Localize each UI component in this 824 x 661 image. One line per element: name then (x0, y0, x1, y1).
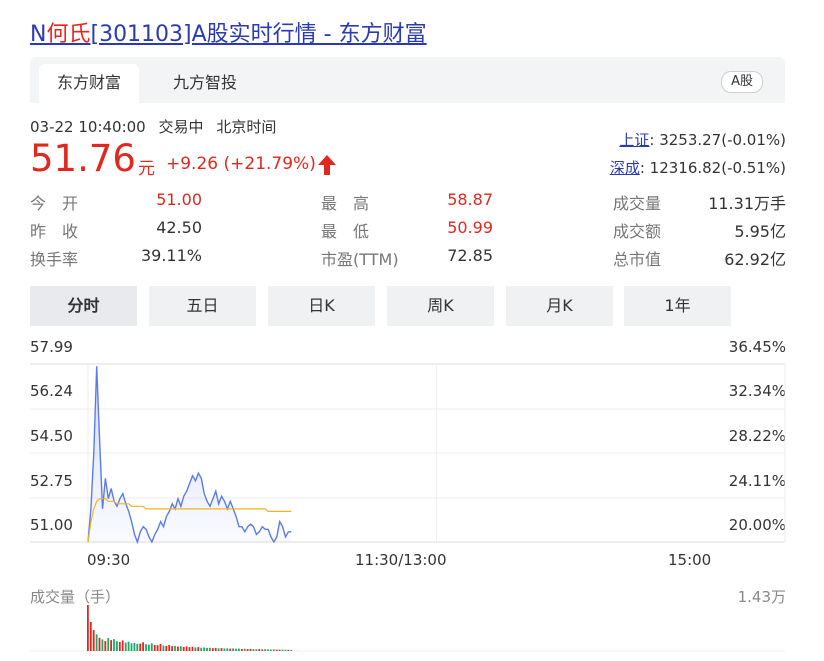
volume-bar (130, 643, 133, 651)
volume-bar (229, 648, 232, 651)
price-area-fill (88, 366, 292, 542)
volume-bar (188, 647, 191, 651)
volume-bar (165, 645, 168, 651)
volume-bar (174, 645, 176, 651)
volume-bar (206, 647, 208, 651)
volume-bar (179, 646, 182, 651)
volume-bar (153, 644, 156, 651)
volume-bar (150, 643, 153, 651)
volume-bar (220, 648, 223, 651)
volume-bar (87, 605, 89, 651)
volume-bar (89, 622, 92, 651)
volume-bar (238, 648, 240, 651)
volume-bar (133, 643, 136, 651)
volume-bar (261, 649, 264, 651)
volume-bar (290, 649, 293, 651)
volume-bar (232, 648, 234, 651)
volume-bar (287, 649, 290, 651)
volume-bar (118, 642, 121, 651)
volume-bar (168, 644, 171, 651)
volume-bar (162, 645, 165, 651)
volume-bar (121, 640, 124, 651)
volume-bar (281, 649, 284, 651)
volume-bar (203, 647, 205, 651)
volume-bar (142, 642, 144, 651)
volume-bar (235, 648, 237, 651)
volume-bars (87, 605, 293, 651)
volume-bar (223, 648, 226, 651)
volume-bar (159, 643, 162, 651)
volume-bar (252, 649, 255, 651)
volume-bar (145, 644, 147, 651)
volume-bar (92, 630, 95, 651)
volume-bar (275, 649, 278, 651)
volume-bar (101, 639, 104, 651)
volume-bar (98, 637, 101, 651)
volume-bar (194, 647, 197, 651)
volume-bar (200, 647, 203, 651)
volume-bar (136, 643, 139, 651)
volume-bar (240, 648, 243, 651)
volume-bar (124, 642, 127, 651)
volume-bar (226, 648, 229, 651)
volume-bar (127, 641, 130, 651)
volume-bar (110, 640, 112, 651)
volume-bar (264, 649, 266, 651)
intraday-chart[interactable] (0, 0, 824, 661)
volume-bar (272, 649, 275, 651)
volume-bar (148, 644, 150, 651)
volume-bar (246, 649, 249, 651)
volume-bar (217, 648, 220, 651)
volume-bar (255, 649, 258, 651)
volume-bar (139, 643, 142, 651)
volume-bar (278, 649, 281, 651)
volume-bar (197, 647, 200, 651)
volume-bar (113, 639, 115, 651)
volume-bar (185, 646, 188, 651)
volume-bar (116, 641, 118, 651)
volume-bar (258, 649, 261, 651)
volume-bar (182, 646, 185, 651)
volume-bar (243, 648, 246, 651)
volume-bar (156, 645, 159, 651)
volume-bar (107, 638, 110, 651)
volume-bar (284, 649, 287, 651)
volume-bar (191, 646, 194, 651)
volume-bar (270, 649, 272, 651)
volume-bar (249, 648, 252, 651)
volume-bar (267, 649, 269, 651)
volume-bar (177, 646, 179, 651)
volume-bar (211, 648, 214, 651)
volume-bar (171, 646, 173, 651)
volume-bar (214, 647, 217, 651)
chart-grid (30, 363, 786, 652)
volume-bar (209, 647, 211, 651)
volume-bar (104, 641, 107, 651)
volume-bar (95, 634, 98, 651)
